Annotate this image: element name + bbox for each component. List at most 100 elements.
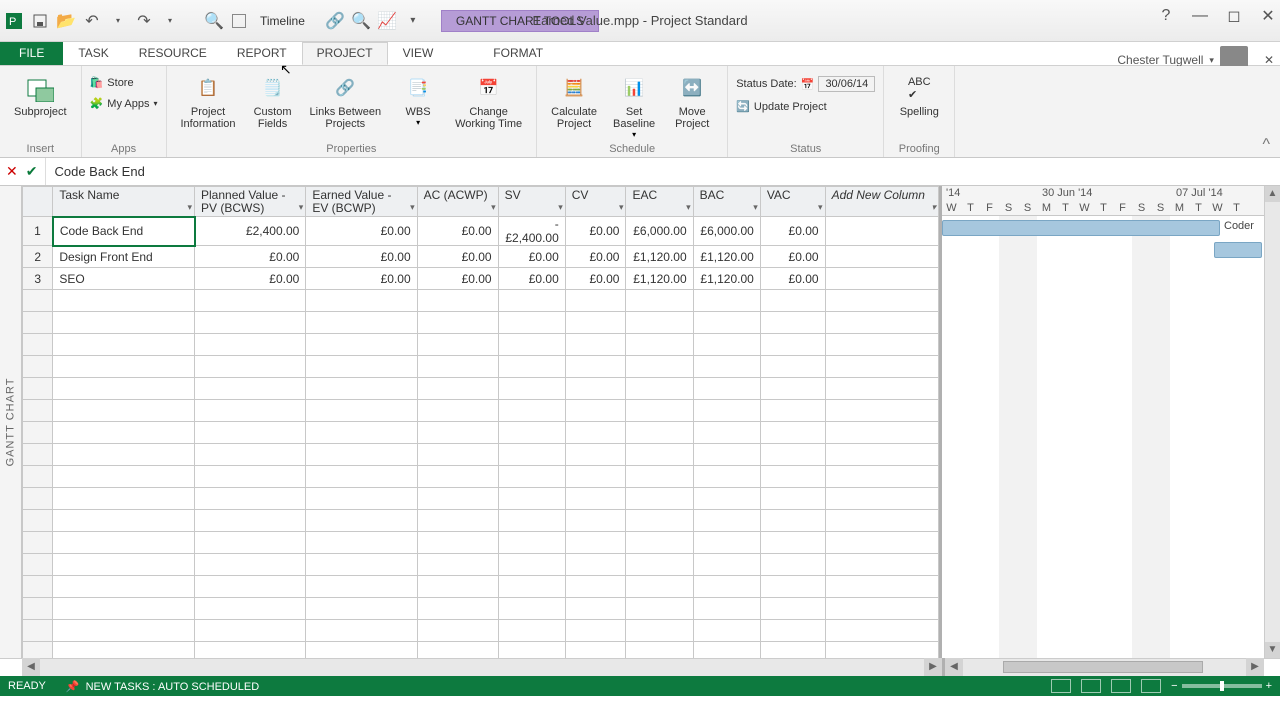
my-apps-button[interactable]: 🧩My Apps▾ — [90, 95, 158, 112]
tab-format[interactable]: FORMAT — [478, 42, 558, 65]
group-proofing: Proofing — [899, 143, 940, 155]
col-eac[interactable]: EAC▾ — [626, 187, 693, 217]
update-project-button[interactable]: 🔄Update Project — [736, 98, 875, 115]
scroll-down-icon[interactable]: ▼ — [1265, 642, 1280, 658]
row-header[interactable] — [23, 187, 53, 217]
help-icon[interactable]: ? — [1158, 8, 1174, 24]
confirm-edit-icon[interactable]: ✔ — [26, 163, 38, 180]
scroll-right-icon[interactable]: ▶ — [924, 658, 942, 676]
timeline-label: Timeline — [260, 14, 305, 28]
link-icon[interactable]: 🔗 — [327, 13, 343, 29]
spelling-button[interactable]: ABC✔ Spelling — [892, 70, 946, 120]
move-project-button[interactable]: ↔️MoveProject — [665, 70, 719, 132]
gantt-bar-task2[interactable] — [1214, 242, 1262, 258]
table-row: 2 Design Front End £0.00£0.00£0.00£0.00£… — [23, 246, 939, 268]
wbs-icon: 📑 — [402, 72, 434, 104]
period-label: 30 Jun '14 — [1042, 187, 1092, 199]
redo-drop-icon[interactable]: ▾ — [162, 13, 178, 29]
activity-icon[interactable]: 📈 — [379, 13, 395, 29]
links-icon: 🔗 — [329, 72, 361, 104]
tab-report[interactable]: REPORT — [222, 42, 302, 65]
scroll-left-icon[interactable]: ◀ — [22, 658, 40, 676]
vertical-scrollbar[interactable]: ▲ ▼ — [1264, 186, 1280, 658]
zoom-in-icon[interactable]: + — [1266, 680, 1272, 692]
timeline-checkbox[interactable] — [232, 14, 246, 28]
col-ac[interactable]: AC (ACWP)▾ — [417, 187, 498, 217]
apps-icon: 🧩 — [90, 97, 104, 110]
open-icon[interactable]: 📂 — [58, 13, 74, 29]
restore-icon[interactable]: ◻ — [1226, 8, 1242, 24]
gantt-chart[interactable]: '14 30 Jun '14 07 Jul '14 WTFSSMTWTFSSMT… — [942, 186, 1280, 658]
custom-fields-button[interactable]: 🗒️CustomFields — [246, 70, 300, 132]
view-team-planner-icon[interactable] — [1111, 679, 1131, 693]
view-label: GANTT CHART — [0, 186, 22, 658]
table-hscroll[interactable] — [40, 658, 924, 676]
col-vac[interactable]: VAC▾ — [760, 187, 825, 217]
save-icon[interactable] — [32, 13, 48, 29]
user-drop-icon[interactable]: ▾ — [1209, 55, 1214, 66]
undo-icon[interactable]: ↶ — [84, 13, 100, 29]
view-task-usage-icon[interactable] — [1081, 679, 1101, 693]
calculate-icon: 🧮 — [558, 72, 590, 104]
set-baseline-button[interactable]: 📊SetBaseline▾ — [607, 70, 661, 141]
close-icon[interactable]: ✕ — [1260, 8, 1276, 24]
earned-value-table[interactable]: Task Name▾ Planned Value - PV (BCWS)▾ Ea… — [22, 186, 939, 658]
gantt-scroll-left-icon[interactable]: ◀ — [945, 658, 963, 676]
qat-customize-icon[interactable]: ▾ — [405, 13, 421, 29]
redo-icon[interactable]: ↷ — [136, 13, 152, 29]
tab-task[interactable]: TASK — [63, 42, 123, 65]
calculate-project-button[interactable]: 🧮CalculateProject — [545, 70, 603, 132]
group-schedule: Schedule — [609, 143, 655, 155]
status-ready: READY — [8, 680, 46, 692]
zoom-out-icon[interactable]: − — [1171, 680, 1177, 692]
col-add-new[interactable]: Add New Column▾ — [825, 187, 938, 217]
custom-fields-icon: 🗒️ — [257, 72, 289, 104]
zoom-slider[interactable]: − + — [1171, 680, 1272, 692]
spelling-icon: ABC✔ — [903, 72, 935, 104]
subproject-button[interactable]: Subproject — [8, 70, 73, 120]
col-bac[interactable]: BAC▾ — [693, 187, 760, 217]
col-cv[interactable]: CV▾ — [565, 187, 626, 217]
status-date-control[interactable]: Status Date: 📅 30/06/14 — [736, 74, 875, 94]
project-info-icon: 📋 — [192, 72, 224, 104]
group-status: Status — [790, 143, 821, 155]
collapse-ribbon-icon[interactable]: ^ — [1262, 136, 1270, 154]
group-apps: Apps — [111, 143, 136, 155]
gantt-scroll-right-icon[interactable]: ▶ — [1246, 658, 1264, 676]
col-ev[interactable]: Earned Value - EV (BCWP)▾ — [306, 187, 417, 217]
links-between-projects-button[interactable]: 🔗Links BetweenProjects — [304, 70, 388, 132]
period-label: 07 Jul '14 — [1176, 187, 1223, 199]
scroll-up-icon[interactable]: ▲ — [1265, 186, 1280, 202]
svg-text:P: P — [9, 16, 16, 28]
col-pv[interactable]: Planned Value - PV (BCWS)▾ — [195, 187, 306, 217]
window-close-inner-icon[interactable]: ✕ — [1264, 53, 1274, 67]
print-preview-icon[interactable]: 🔍 — [206, 13, 222, 29]
formula-bar-input[interactable]: Code Back End — [45, 158, 1274, 185]
gantt-bar-task1[interactable] — [942, 220, 1220, 236]
minimize-icon[interactable]: — — [1192, 8, 1208, 24]
col-sv[interactable]: SV▾ — [498, 187, 565, 217]
col-task-name[interactable]: Task Name▾ — [53, 187, 195, 217]
status-task-mode[interactable]: 📌NEW TASKS : AUTO SCHEDULED — [66, 680, 259, 693]
undo-drop-icon[interactable]: ▾ — [110, 13, 126, 29]
gantt-bar-label: Coder — [1224, 220, 1254, 232]
wbs-button[interactable]: 📑WBS▾ — [391, 70, 445, 129]
selected-cell[interactable]: Code Back End — [53, 217, 195, 246]
zoom-icon[interactable]: 🔍 — [353, 13, 369, 29]
project-information-button[interactable]: 📋ProjectInformation — [175, 70, 242, 132]
calendar-icon: 📅 — [801, 78, 815, 91]
tab-resource[interactable]: RESOURCE — [124, 42, 222, 65]
tab-project[interactable]: PROJECT — [302, 42, 388, 65]
cancel-edit-icon[interactable]: ✕ — [6, 163, 18, 180]
store-button[interactable]: 🛍️Store — [90, 74, 158, 91]
change-working-time-button[interactable]: 📅ChangeWorking Time — [449, 70, 528, 132]
view-resource-sheet-icon[interactable] — [1141, 679, 1161, 693]
group-properties: Properties — [326, 143, 376, 155]
store-icon: 🛍️ — [90, 76, 104, 89]
gantt-hscroll[interactable] — [963, 658, 1246, 676]
view-gantt-icon[interactable] — [1051, 679, 1071, 693]
window-title: Earned Value.mpp - Project Standard — [532, 13, 747, 28]
table-row: 1 Code Back End £2,400.00£0.00£0.00-£2,4… — [23, 217, 939, 246]
tab-view[interactable]: VIEW — [388, 42, 449, 65]
tab-file[interactable]: FILE — [0, 42, 63, 65]
